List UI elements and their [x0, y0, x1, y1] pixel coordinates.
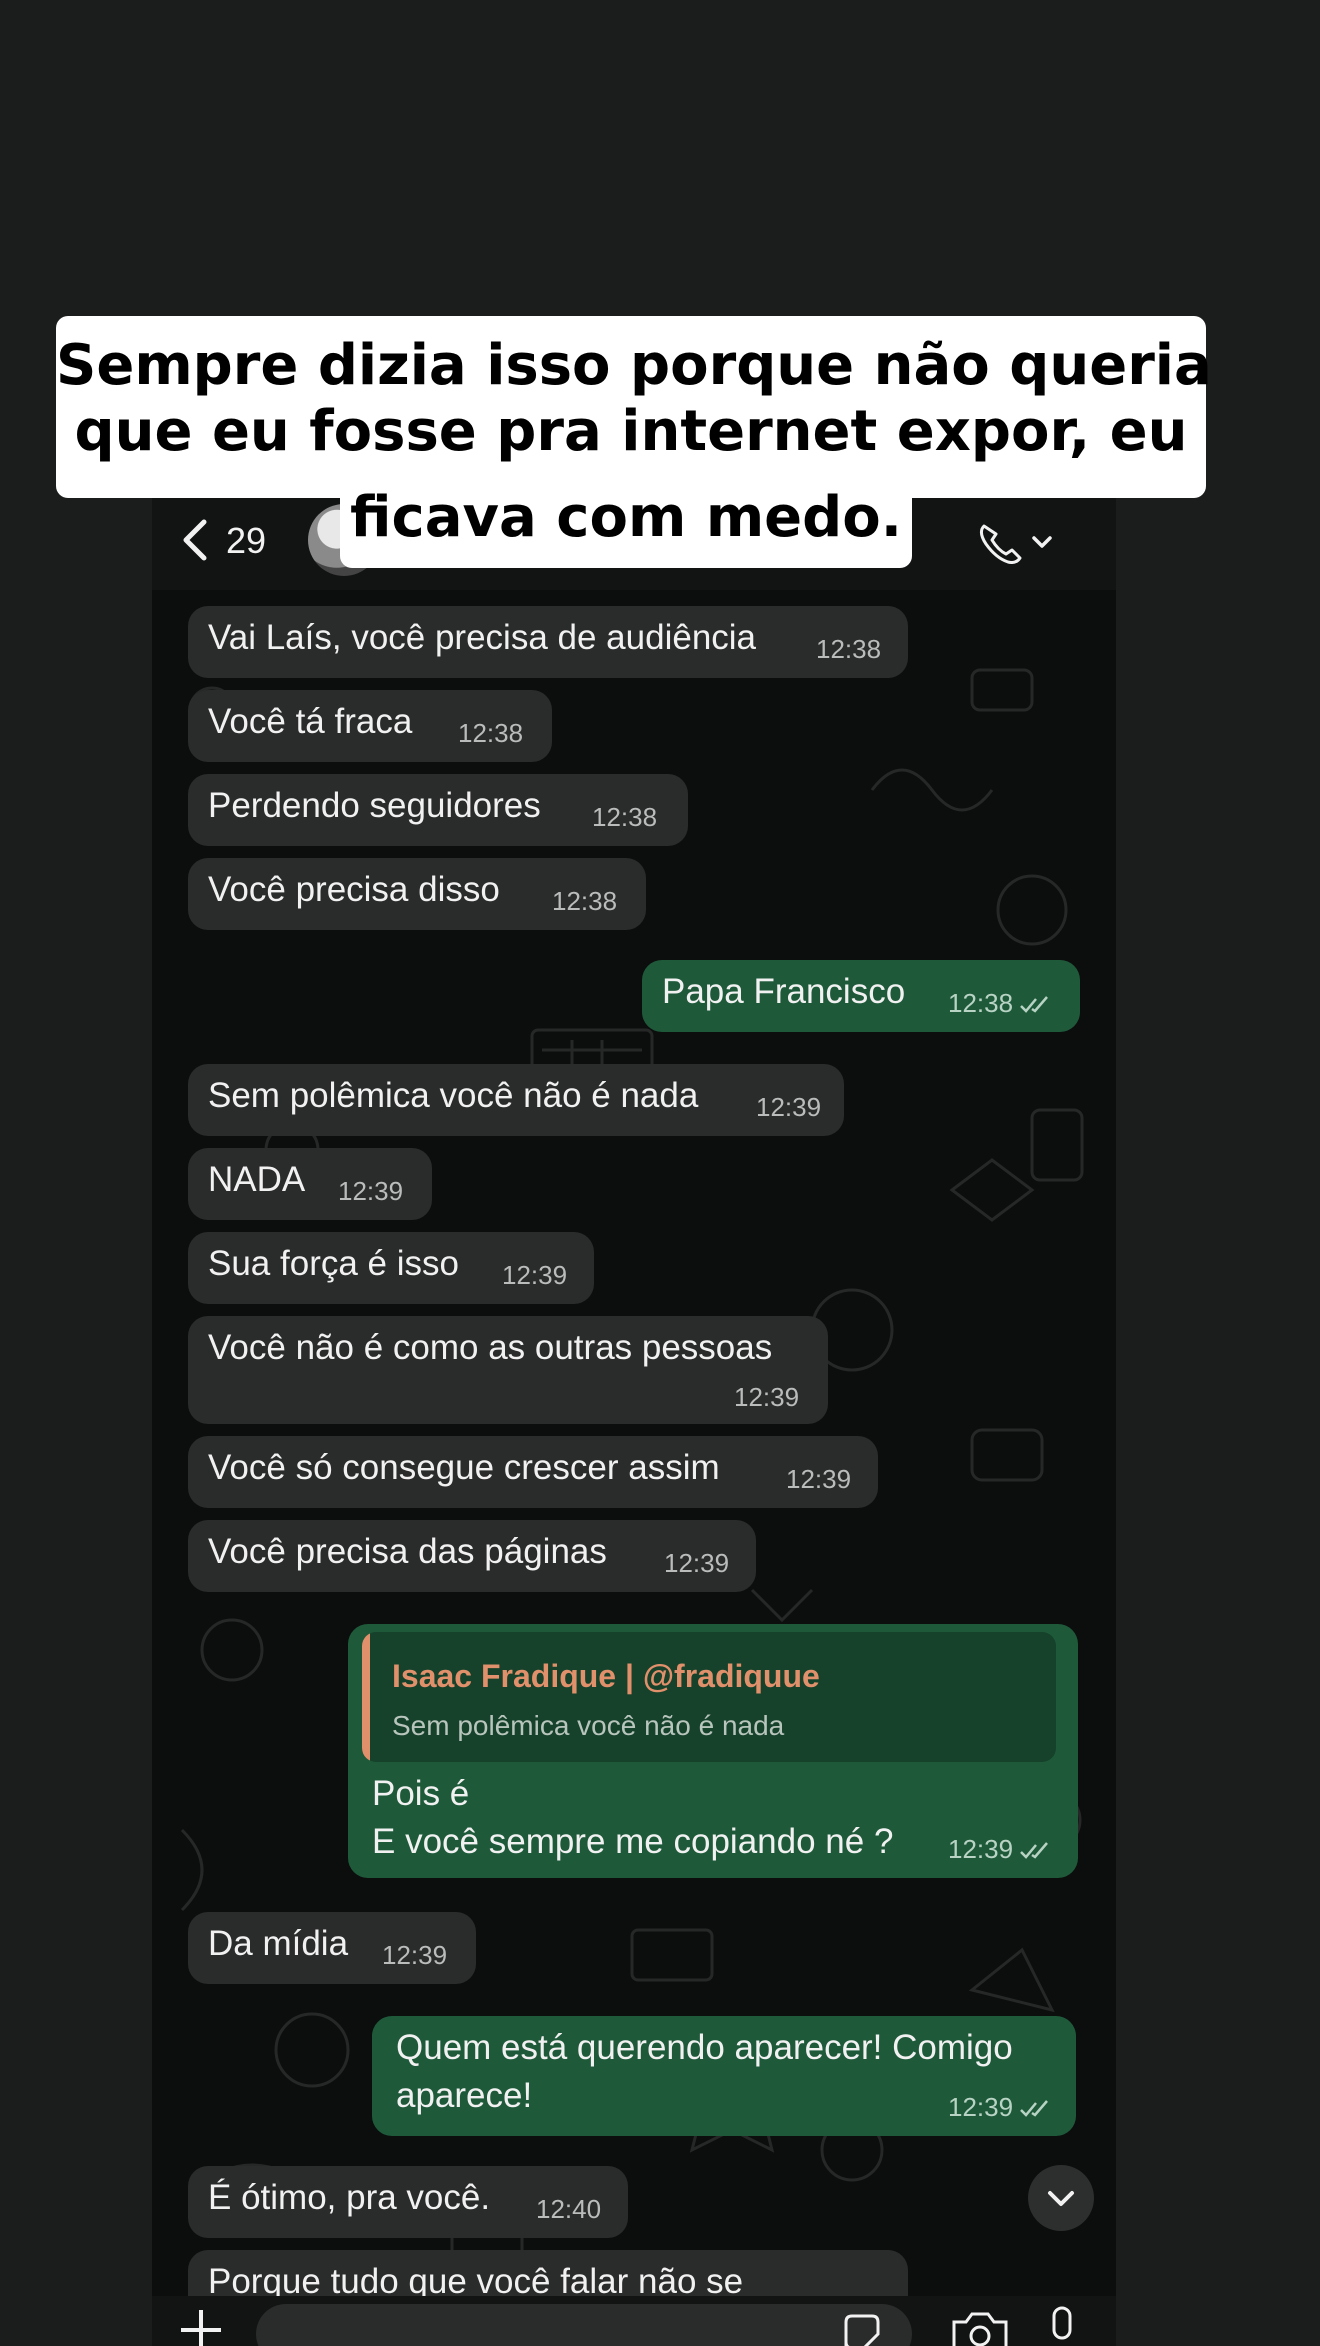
quoted-text: Sem polêmica você não é nada — [392, 1710, 785, 1741]
message-bubble[interactable]: Você tá fraca 12:38 — [188, 690, 552, 762]
message-bubble[interactable]: É ótimo, pra você. 12:40 — [188, 2166, 628, 2238]
message-text: Você só consegue crescer assim — [208, 1448, 720, 1487]
message-text: Da mídia — [208, 1924, 349, 1963]
message-text-line1: Pois é — [372, 1774, 470, 1813]
quoted-message[interactable]: Isaac Fradique | @fradiquue Sem polêmica… — [362, 1632, 1056, 1762]
message-bubble[interactable]: Vai Laís, você precisa de audiência 12:3… — [188, 606, 908, 678]
message-time: 12:39 — [734, 1382, 800, 1412]
message-text: Você tá fraca — [208, 702, 413, 741]
message-bubble[interactable]: Da mídia 12:39 — [188, 1912, 476, 1984]
message-time: 12:39 — [382, 1940, 448, 1970]
message-text-line2: aparece! — [396, 2076, 533, 2115]
message-time-value: 12:38 — [948, 988, 1014, 1018]
message-bubble[interactable]: Você só consegue crescer assim 12:39 — [188, 1436, 878, 1508]
plus-icon[interactable] — [176, 2302, 226, 2346]
message-bubble[interactable]: Perdendo seguidores 12:38 — [188, 774, 688, 846]
chat-window: 29 Vai Laís, você precisa de audiência 1… — [152, 490, 1116, 2346]
message-bubble[interactable]: Você precisa disso 12:38 — [188, 858, 646, 930]
message-bubble[interactable]: Você precisa das páginas 12:39 — [188, 1520, 756, 1592]
quoted-sender: Isaac Fradique | @fradiquue — [392, 1658, 820, 1694]
scroll-down-button[interactable] — [1028, 2165, 1094, 2231]
message-time: 12:39 — [756, 1092, 822, 1122]
message-text: Você não é como as outras pessoas — [208, 1328, 773, 1367]
unread-count[interactable]: 29 — [226, 520, 266, 562]
message-bubble[interactable]: Sua força é isso 12:39 — [188, 1232, 594, 1304]
message-input[interactable] — [256, 2304, 912, 2346]
message-bubble[interactable]: NADA 12:39 — [188, 1148, 432, 1220]
message-input-bar — [152, 2296, 1116, 2346]
message-text: Vai Laís, você precisa de audiência — [208, 618, 757, 657]
message-text-line1: Quem está querendo aparecer! Comigo — [396, 2028, 1013, 2067]
message-time: 12:39 — [786, 1464, 852, 1494]
message-text: Sua força é isso — [208, 1244, 459, 1283]
message-bubble[interactable]: Sem polêmica você não é nada 12:39 — [188, 1064, 844, 1136]
microphone-icon[interactable] — [1042, 2304, 1082, 2346]
message-bubble[interactable]: Isaac Fradique | @fradiquue Sem polêmica… — [348, 1624, 1078, 1878]
message-time: 12:39 — [664, 1548, 730, 1578]
message-time: 12:39 — [948, 1834, 1051, 1864]
message-time: 12:38 — [458, 718, 524, 748]
message-text: Sem polêmica você não é nada — [208, 1076, 699, 1115]
quote-accent-bar — [362, 1632, 370, 1762]
message-time: 12:38 — [948, 988, 1051, 1018]
chevron-left-icon[interactable] — [178, 518, 212, 562]
message-text: Você precisa disso — [208, 870, 500, 909]
message-time: 12:40 — [536, 2194, 602, 2224]
message-text: NADA — [208, 1160, 306, 1199]
message-time: 12:38 — [816, 634, 882, 664]
caption-line-3: ficava com medo. — [340, 482, 912, 568]
message-bubble[interactable]: Papa Francisco 12:38 — [642, 960, 1080, 1032]
message-bubble[interactable]: Quem está querendo aparecer! Comigo apar… — [372, 2016, 1076, 2136]
caption-line-1: Sempre dizia isso porque não queria — [56, 316, 1212, 398]
phone-icon[interactable] — [976, 520, 1056, 564]
message-text: Papa Francisco — [662, 972, 906, 1011]
chevron-down-icon — [1048, 2191, 1074, 2206]
message-time: 12:39 — [338, 1176, 404, 1206]
message-text: É ótimo, pra você. — [208, 2178, 491, 2217]
message-text: Perdendo seguidores — [208, 786, 541, 825]
double-check-icon — [1020, 996, 1049, 1013]
camera-icon[interactable] — [950, 2310, 1010, 2346]
message-bubble[interactable]: Você não é como as outras pessoas 12:39 — [188, 1316, 828, 1424]
message-time-value: 12:39 — [948, 1834, 1014, 1864]
message-text: Você precisa das páginas — [208, 1532, 607, 1571]
message-time-value: 12:39 — [948, 2092, 1014, 2122]
message-time: 12:38 — [592, 802, 658, 832]
double-check-icon — [1020, 1842, 1049, 1859]
message-time: 12:38 — [552, 886, 618, 916]
double-check-icon — [1020, 2100, 1049, 2117]
message-time: 12:39 — [948, 2092, 1051, 2122]
sticker-icon[interactable] — [840, 2310, 884, 2346]
message-text-line2: E você sempre me copiando né ? — [372, 1822, 894, 1861]
message-time: 12:39 — [502, 1260, 568, 1290]
